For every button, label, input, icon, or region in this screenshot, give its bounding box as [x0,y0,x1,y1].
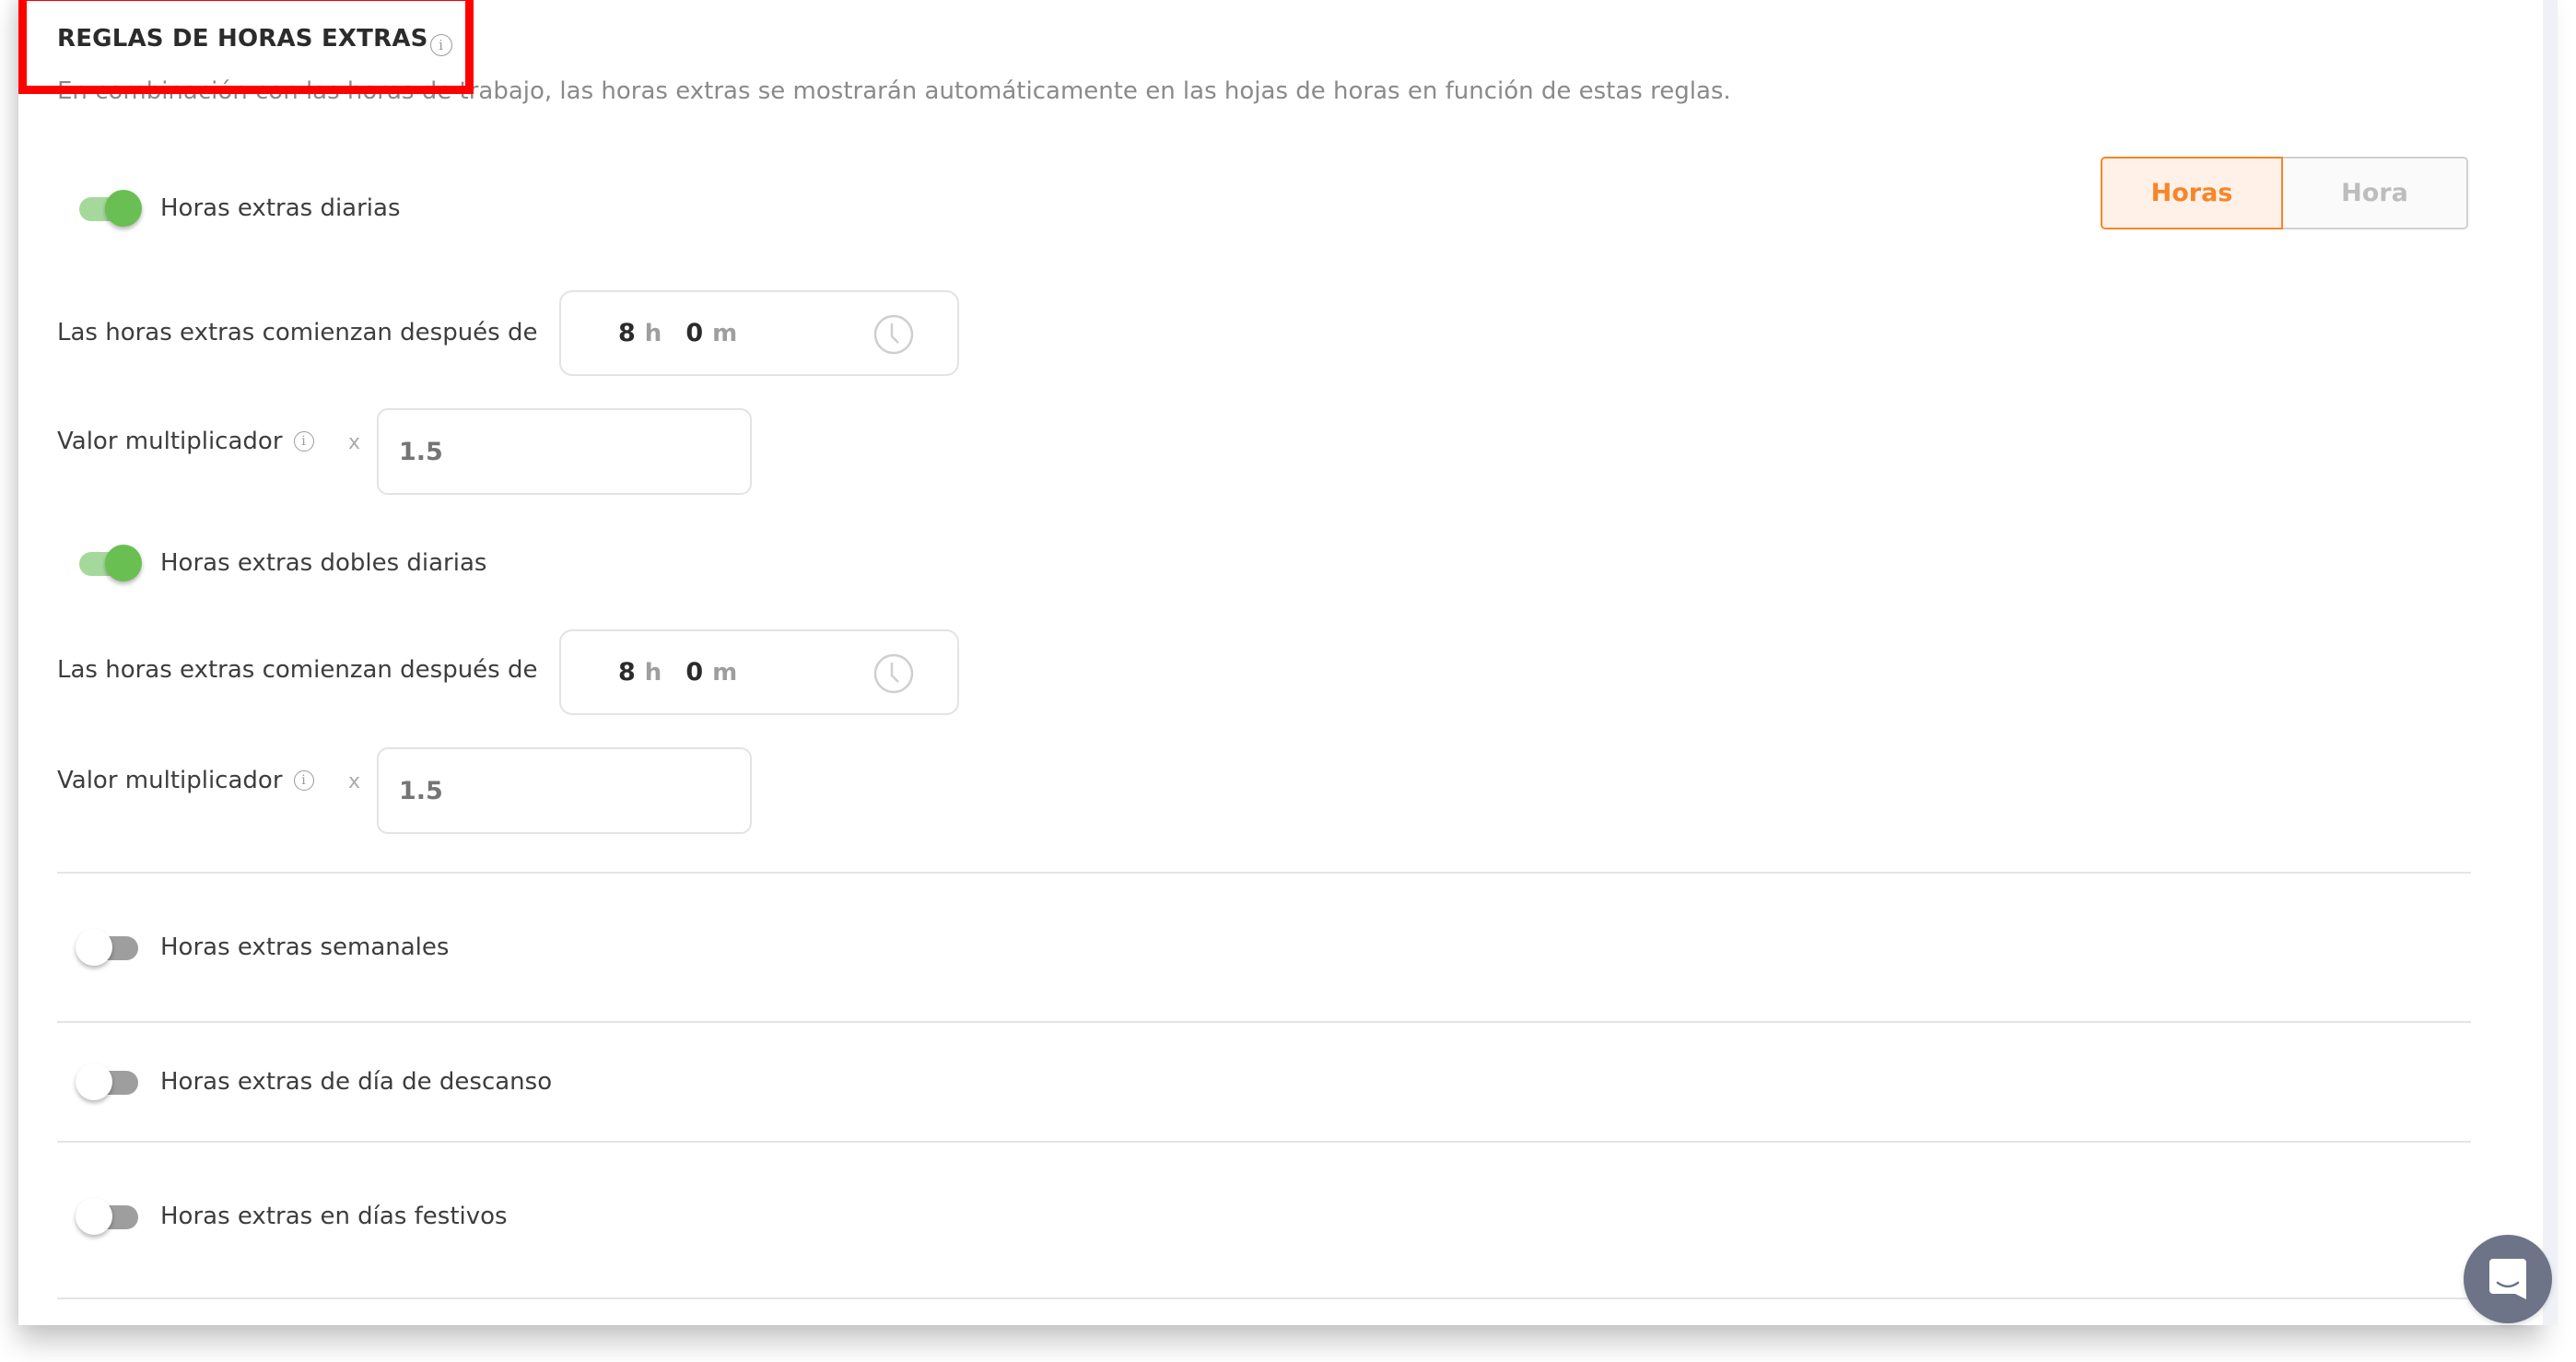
divider [57,1297,2471,1299]
minutes-unit: m [712,319,738,347]
daily-overtime-row: Horas extras diarias [74,190,401,227]
holiday-overtime-row: Horas extras en días festivos [74,1198,508,1235]
info-icon[interactable]: i [293,431,314,452]
weekly-overtime-row: Horas extras semanales [74,929,449,966]
daily-overtime-toggle[interactable] [74,190,142,227]
double-start-after-label: Las horas extras comienzan después de [57,656,538,684]
unit-option-hora[interactable]: Hora [2283,157,2468,229]
daily-start-after-input[interactable]: 8 h 0 m [559,290,959,376]
hours-unit: h [644,319,662,347]
scrollbar-track[interactable] [2543,0,2558,1325]
section-title-text: REGLAS DE HORAS EXTRAS [57,25,428,53]
double-start-after-input[interactable]: 8 h 0 m [559,629,959,715]
daily-start-after-label: Las horas extras comienzan después de [57,319,538,346]
rest-day-overtime-row: Horas extras de día de descanso [74,1063,552,1100]
multiplier-x-sign: x [348,431,361,454]
weekly-overtime-label: Horas extras semanales [160,933,450,961]
chat-button[interactable] [2464,1235,2552,1323]
daily-multiplier-input[interactable] [377,408,752,495]
holiday-overtime-toggle[interactable] [74,1198,140,1235]
rest-day-overtime-label: Horas extras de día de descanso [160,1068,553,1096]
section-title: REGLAS DE HORAS EXTRAS i [57,25,452,56]
minutes-value: 0 [685,319,704,347]
unit-toggle: Horas Hora [2101,157,2468,229]
divider [57,872,2471,874]
clock-icon[interactable] [873,653,914,694]
divider [57,1021,2471,1023]
minutes-value: 0 [685,658,704,687]
minutes-unit: m [712,658,738,687]
info-icon[interactable]: i [293,770,314,791]
daily-multiplier-label-row: Valor multiplicador i [57,428,314,455]
double-multiplier-label: Valor multiplicador [57,767,283,794]
daily-multiplier-label: Valor multiplicador [57,428,283,455]
info-icon[interactable]: i [429,34,452,56]
daily-double-overtime-toggle[interactable] [74,545,142,581]
holiday-overtime-label: Horas extras en días festivos [160,1203,508,1230]
clock-icon[interactable] [873,314,914,355]
daily-double-overtime-row: Horas extras dobles diarias [74,545,486,581]
weekly-overtime-toggle[interactable] [74,929,140,966]
rest-day-overtime-toggle[interactable] [74,1063,140,1100]
unit-option-horas[interactable]: Horas [2101,157,2283,229]
double-multiplier-label-row: Valor multiplicador i [57,767,314,794]
chat-bubble-icon [2489,1259,2526,1299]
daily-overtime-label: Horas extras diarias [160,194,401,222]
hours-unit: h [644,658,662,687]
hours-value: 8 [618,658,636,687]
daily-double-overtime-label: Horas extras dobles diarias [160,549,487,577]
hours-value: 8 [618,319,636,347]
multiplier-x-sign: x [348,770,361,793]
double-multiplier-input[interactable] [377,747,752,834]
divider [57,1141,2471,1143]
section-description: En combinación con las horas de trabajo,… [57,77,1731,105]
